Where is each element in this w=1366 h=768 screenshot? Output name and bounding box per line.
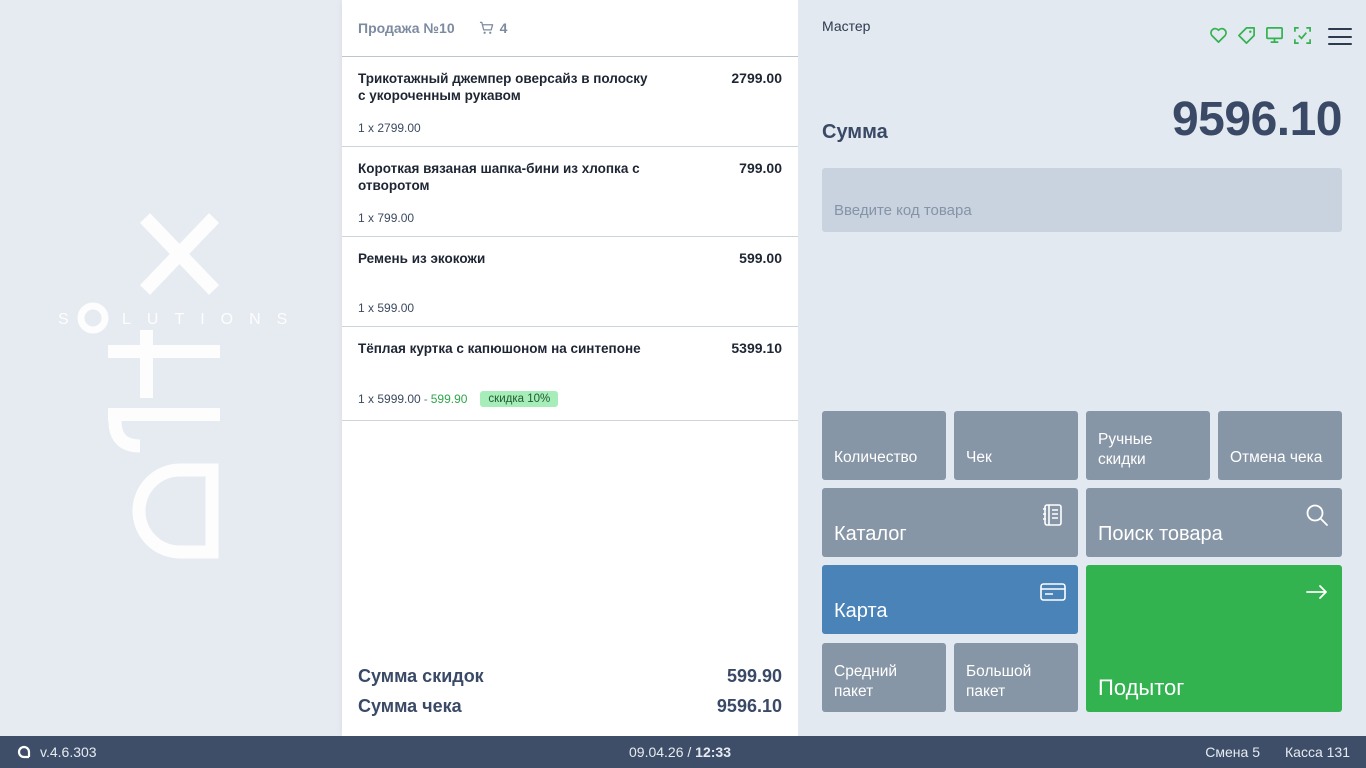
product-code-input[interactable] bbox=[822, 168, 1342, 232]
menu-icon[interactable] bbox=[1328, 28, 1352, 45]
search-icon bbox=[1306, 504, 1328, 526]
discount-separator: - bbox=[423, 392, 428, 406]
cart-count-value: 4 bbox=[499, 20, 508, 36]
item-name: Тёплая куртка с капюшоном на синтепоне bbox=[358, 341, 641, 356]
big-bag-button[interactable]: Большой пакет bbox=[954, 643, 1078, 712]
item-price: 5399.10 bbox=[731, 340, 782, 356]
item-qty: 1 x 799.00 bbox=[358, 211, 414, 225]
big-bag-button-label: Большой пакет bbox=[966, 663, 1032, 700]
register-info: Касса 131 bbox=[1285, 744, 1350, 760]
receipt-item[interactable]: Ремень из экокожи 599.00 1 x 599.00 bbox=[342, 237, 798, 327]
item-name: Короткая вязаная шапка-бини из хлопка с … bbox=[358, 161, 640, 193]
manual-discounts-button[interactable]: Ручные скидки bbox=[1086, 411, 1210, 480]
date-time-separator: / bbox=[687, 744, 692, 760]
subtotal-button-label: Подытог bbox=[1098, 675, 1185, 700]
check-total-label: Сумма чека bbox=[358, 695, 462, 716]
cart-count: 4 bbox=[479, 20, 508, 36]
manual-discounts-button-label: Ручные скидки bbox=[1098, 431, 1153, 468]
item-name: Ремень из экокожи bbox=[358, 251, 486, 266]
receipt-item[interactable]: Тёплая куртка с капюшоном на синтепоне 5… bbox=[342, 327, 798, 421]
item-qty-value: 1 x 2799.00 bbox=[358, 121, 421, 135]
medium-bag-button-label: Средний пакет bbox=[834, 663, 898, 700]
medium-bag-button[interactable]: Средний пакет bbox=[822, 643, 946, 712]
brand-area: S LUTIONS bbox=[0, 0, 342, 736]
tag-icon[interactable] bbox=[1237, 26, 1256, 45]
check-total-row: Сумма чека 9596.10 bbox=[358, 691, 782, 721]
item-qty-value: 1 x 599.00 bbox=[358, 301, 415, 315]
svg-text:S: S bbox=[58, 311, 89, 328]
check-total-value: 9596.10 bbox=[716, 695, 782, 716]
pos-terminal-icon[interactable] bbox=[1265, 26, 1284, 45]
date-text: 09.04.26 bbox=[629, 744, 684, 760]
time-text: 12:33 bbox=[695, 744, 731, 760]
app-logo-icon bbox=[17, 745, 31, 759]
receipt-item[interactable]: Короткая вязаная шапка-бини из хлопка с … bbox=[342, 147, 798, 237]
svg-text:LUTIONS: LUTIONS bbox=[122, 311, 303, 328]
cancel-check-button[interactable]: Отмена чека bbox=[1218, 411, 1342, 480]
discount-badge: скидка 10% bbox=[480, 391, 559, 407]
scan-check-icon[interactable] bbox=[1293, 26, 1312, 45]
catalog-button-label: Каталог bbox=[834, 523, 907, 545]
cashier-panel: Мастер Сумма 9596.10 Количество Чек Ручн… bbox=[798, 0, 1366, 736]
item-qty: 1 x 5999.00 - 599.90 скидка 10% bbox=[358, 391, 559, 407]
quantity-button[interactable]: Количество bbox=[822, 411, 946, 480]
search-product-button-label: Поиск товара bbox=[1098, 523, 1223, 545]
credit-card-icon bbox=[1040, 583, 1066, 601]
catalog-icon bbox=[1043, 504, 1062, 526]
search-product-button[interactable]: Поиск товара bbox=[1086, 488, 1342, 557]
item-qty: 1 x 599.00 bbox=[358, 301, 414, 315]
item-name: Трикотажный джемпер оверсайз в полоску с… bbox=[358, 71, 648, 103]
item-qty-value: 1 x 799.00 bbox=[358, 211, 415, 225]
item-qty: 1 x 2799.00 bbox=[358, 121, 421, 135]
item-price: 799.00 bbox=[739, 160, 782, 176]
status-bar: v.4.6.303 09.04.26 / 12:33 Смена 5 Касса… bbox=[0, 736, 1366, 768]
quantity-button-label: Количество bbox=[834, 449, 918, 466]
version-info: v.4.6.303 bbox=[16, 744, 97, 760]
sale-title: Продажа №10 bbox=[358, 20, 455, 36]
discount-total-row: Сумма скидок 599.90 bbox=[358, 661, 782, 691]
receipt-header: Продажа №10 4 bbox=[342, 0, 798, 57]
discount-total-label: Сумма скидок bbox=[358, 665, 484, 686]
check-button[interactable]: Чек bbox=[954, 411, 1078, 480]
receipt-item[interactable]: Трикотажный джемпер оверсайз в полоску с… bbox=[342, 57, 798, 147]
cancel-check-button-label: Отмена чека bbox=[1230, 449, 1323, 466]
user-name: Мастер bbox=[822, 18, 871, 34]
artx-logo: S LUTIONS bbox=[58, 213, 303, 559]
discount-total-value: 599.90 bbox=[726, 665, 782, 686]
heart-icon[interactable] bbox=[1209, 26, 1228, 45]
item-discount-value: 599.90 bbox=[430, 392, 468, 406]
receipt-totals: Сумма скидок 599.90 Сумма чека 9596.10 bbox=[358, 661, 782, 721]
shift-info: Смена 5 bbox=[1205, 744, 1260, 760]
catalog-button[interactable]: Каталог bbox=[822, 488, 1078, 557]
status-icons bbox=[1209, 26, 1312, 45]
version-text: v.4.6.303 bbox=[40, 744, 97, 760]
card-payment-button[interactable]: Карта bbox=[822, 565, 1078, 634]
sum-value: 9596.10 bbox=[1171, 93, 1343, 146]
arrow-right-icon bbox=[1306, 585, 1327, 599]
card-payment-button-label: Карта bbox=[834, 600, 888, 622]
check-button-label: Чек bbox=[966, 449, 992, 466]
subtotal-button[interactable]: Подытог bbox=[1086, 565, 1342, 712]
date-time: 09.04.26 / 12:33 bbox=[629, 744, 731, 760]
sum-label: Сумма bbox=[822, 121, 888, 143]
cart-icon bbox=[479, 21, 493, 34]
item-price: 2799.00 bbox=[731, 70, 782, 86]
item-qty-value: 1 x 5999.00 bbox=[358, 392, 421, 406]
item-price: 599.00 bbox=[739, 250, 782, 266]
receipt-panel: Продажа №10 4 Трикотажный джемпер оверса… bbox=[342, 0, 798, 736]
